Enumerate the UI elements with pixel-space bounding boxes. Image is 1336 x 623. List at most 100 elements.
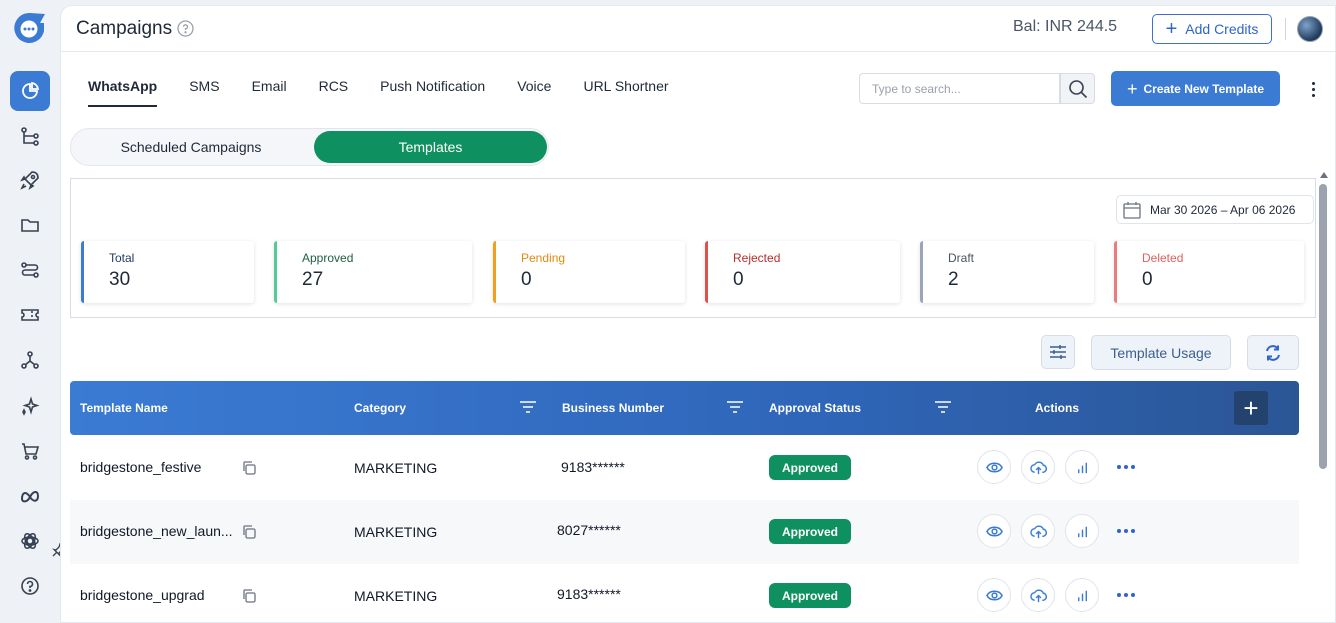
logo-icon[interactable]	[13, 11, 47, 45]
sidebar-item-openai[interactable]	[10, 521, 50, 561]
bar-chart-icon	[1077, 590, 1087, 601]
refresh-button[interactable]	[1247, 335, 1299, 370]
calendar-icon	[1123, 201, 1141, 219]
cloud-upload-icon	[1029, 461, 1047, 474]
sidebar	[0, 0, 66, 623]
date-range-text: Mar 30 2026 – Apr 06 2026	[1150, 202, 1296, 217]
stat-card-pending[interactable]: Pending 0	[493, 241, 685, 303]
view-button[interactable]	[977, 514, 1011, 548]
rocket-icon	[20, 171, 39, 190]
sidebar-item-network[interactable]	[10, 340, 50, 380]
stat-card-rejected[interactable]: Rejected 0	[705, 241, 900, 303]
analytics-button[interactable]	[1065, 450, 1099, 484]
tab-voice[interactable]: Voice	[517, 78, 551, 107]
stat-value: 0	[1142, 269, 1153, 290]
add-column-button[interactable]: +	[1234, 391, 1268, 425]
business-number: 9183******	[557, 586, 621, 602]
tab-email[interactable]: Email	[252, 78, 287, 107]
scroll-thumb[interactable]	[1319, 184, 1327, 469]
tab-url-shortner[interactable]: URL Shortner	[583, 78, 668, 107]
stat-label: Total	[109, 251, 135, 265]
filter-icon[interactable]	[726, 399, 744, 415]
sidebar-item-routes[interactable]	[10, 250, 50, 290]
sidebar-item-meta[interactable]	[10, 476, 50, 516]
stat-card-approved[interactable]: Approved 27	[274, 241, 472, 303]
cloud-upload-icon	[1029, 525, 1047, 538]
upload-button[interactable]	[1021, 514, 1055, 548]
header-divider	[1285, 18, 1286, 40]
stat-card-draft[interactable]: Draft 2	[920, 241, 1094, 303]
channel-tabs: WhatsApp SMS Email RCS Push Notification…	[88, 78, 701, 107]
openai-icon	[21, 533, 39, 549]
app: Campaigns Bal: INR 244.5 + Add Credits W…	[0, 0, 1336, 623]
status-badge: Approved	[769, 583, 851, 608]
template-name[interactable]: bridgestone_upgrad	[80, 587, 205, 603]
main-panel: Campaigns Bal: INR 244.5 + Add Credits W…	[60, 5, 1336, 623]
sidebar-item-commerce[interactable]	[10, 431, 50, 471]
sidebar-item-help[interactable]	[10, 566, 50, 606]
business-number: 8027******	[557, 522, 621, 538]
stat-value: 0	[521, 269, 532, 290]
column-settings-button[interactable]	[1041, 335, 1075, 369]
add-credits-button[interactable]: + Add Credits	[1152, 14, 1272, 44]
sidebar-item-ai[interactable]	[10, 386, 50, 426]
network-icon	[21, 351, 39, 369]
stat-label: Deleted	[1142, 251, 1184, 265]
status-badge: Approved	[769, 519, 851, 544]
table-row: bridgestone_festive MARKETING 9183******…	[70, 436, 1299, 500]
stat-card-total[interactable]: Total 30	[81, 241, 254, 303]
upload-button[interactable]	[1021, 578, 1055, 612]
sidebar-item-tickets[interactable]	[10, 295, 50, 335]
stats-panel: Mar 30 2026 – Apr 06 2026 Total 30 Appro…	[70, 178, 1316, 318]
sidebar-item-dashboard[interactable]	[10, 71, 50, 111]
more-actions-icon[interactable]	[1117, 529, 1135, 533]
copy-icon[interactable]	[241, 524, 257, 540]
cart-icon	[22, 443, 40, 460]
column-business-number: Business Number	[562, 401, 665, 415]
scroll-up-arrow[interactable]	[1320, 172, 1328, 178]
tab-push-notification[interactable]: Push Notification	[380, 78, 485, 107]
more-actions-icon[interactable]	[1117, 593, 1135, 597]
scheduled-campaigns-toggle[interactable]: Scheduled Campaigns	[73, 131, 309, 163]
template-usage-button[interactable]: Template Usage	[1091, 335, 1231, 370]
sidebar-item-campaigns[interactable]	[10, 160, 50, 200]
template-category: MARKETING	[354, 524, 438, 540]
create-template-button[interactable]: + Create New Template	[1111, 71, 1280, 106]
tab-whatsapp[interactable]: WhatsApp	[88, 78, 158, 107]
view-button[interactable]	[977, 450, 1011, 484]
stat-card-deleted[interactable]: Deleted 0	[1114, 241, 1304, 303]
stat-value: 27	[302, 269, 324, 290]
upload-button[interactable]	[1021, 450, 1055, 484]
view-button[interactable]	[977, 578, 1011, 612]
search-button[interactable]	[1060, 73, 1095, 104]
copy-icon[interactable]	[241, 460, 257, 476]
column-actions: Actions	[1035, 401, 1080, 415]
template-name[interactable]: bridgestone_festive	[80, 459, 201, 475]
analytics-button[interactable]	[1065, 514, 1099, 548]
help-circle-icon[interactable]	[177, 20, 194, 37]
plus-icon: +	[1165, 18, 1178, 40]
column-template-name: Template Name	[80, 401, 168, 415]
ticket-icon	[21, 309, 39, 321]
tab-sms[interactable]: SMS	[189, 78, 219, 107]
filter-icon[interactable]	[934, 399, 952, 415]
avatar[interactable]	[1297, 16, 1323, 42]
template-name[interactable]: bridgestone_new_laun...	[80, 523, 233, 539]
page-title: Campaigns	[76, 18, 173, 39]
tab-rcs[interactable]: RCS	[319, 78, 349, 107]
bar-chart-icon	[1077, 526, 1087, 537]
date-range-picker[interactable]: Mar 30 2026 – Apr 06 2026	[1116, 195, 1314, 224]
templates-toggle[interactable]: Templates	[314, 131, 547, 163]
search-input[interactable]	[859, 73, 1060, 104]
sidebar-item-files[interactable]	[10, 205, 50, 245]
flow-icon	[21, 127, 39, 146]
analytics-button[interactable]	[1065, 578, 1099, 612]
more-actions-icon[interactable]	[1117, 465, 1135, 469]
template-category: MARKETING	[354, 588, 438, 604]
filter-icon[interactable]	[519, 399, 537, 415]
scrollbar[interactable]	[1319, 172, 1329, 622]
column-approval-status: Approval Status	[769, 401, 862, 415]
copy-icon[interactable]	[241, 588, 257, 604]
more-options-icon[interactable]	[1305, 78, 1321, 100]
sidebar-item-flows[interactable]	[10, 116, 50, 156]
